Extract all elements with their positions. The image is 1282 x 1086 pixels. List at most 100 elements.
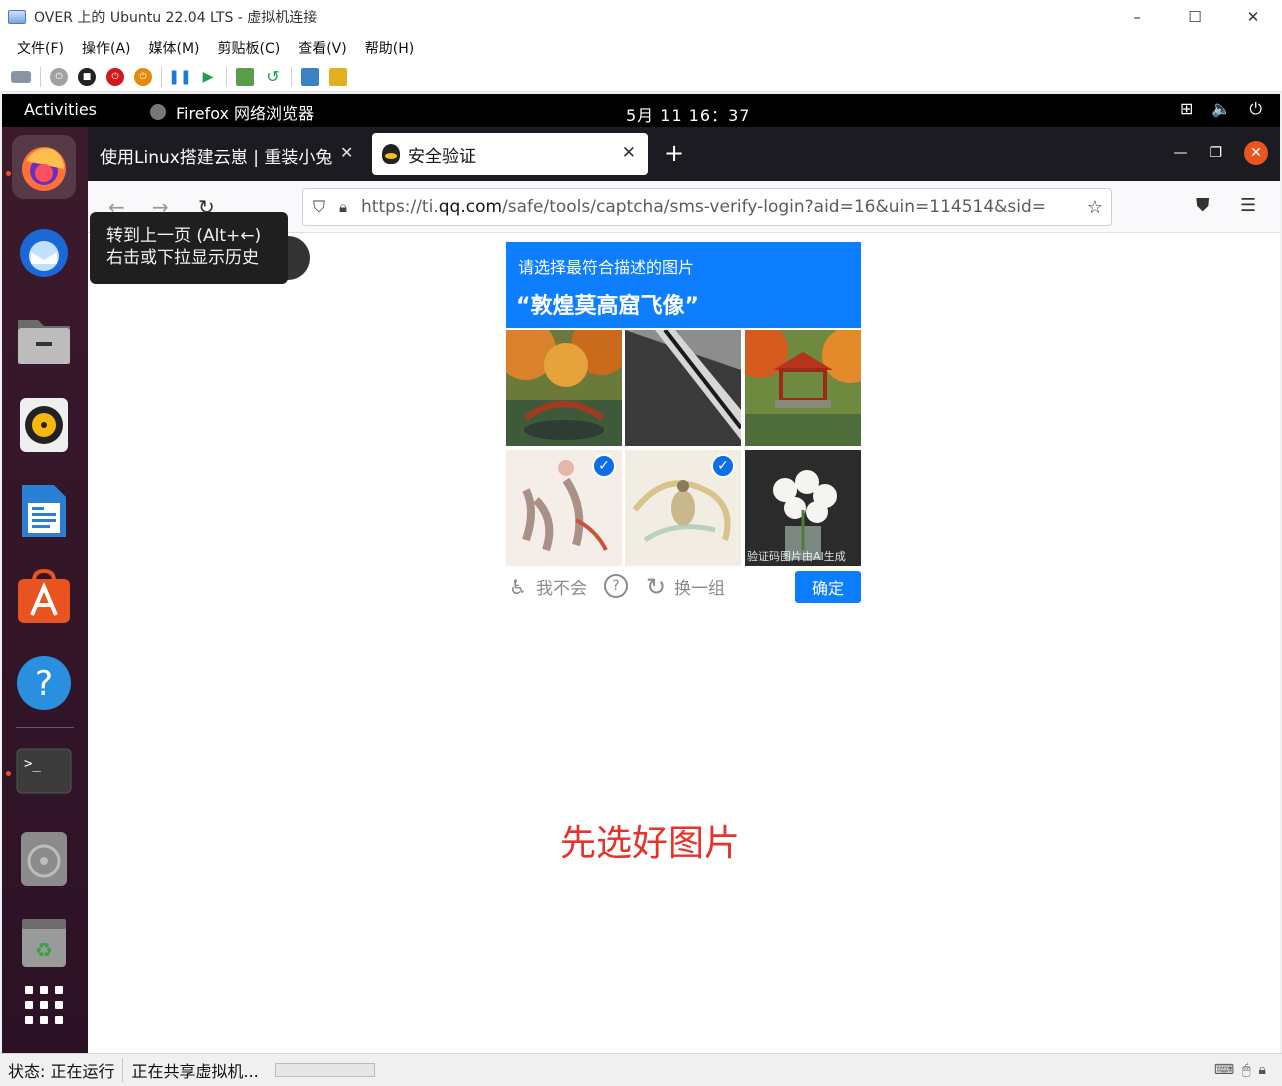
new-tab-button[interactable]: +	[664, 139, 684, 167]
refresh-captcha-button[interactable]: ↻ 换一组	[644, 573, 725, 601]
cant-do-button[interactable]: ♿︎ 我不会	[506, 574, 587, 600]
tracking-shield-icon[interactable]: ⛉	[313, 197, 325, 217]
confirm-button[interactable]: 确定	[795, 571, 861, 603]
dock-help[interactable]: ?	[12, 651, 76, 715]
browser-close-button[interactable]: ✕	[1244, 141, 1268, 165]
captcha-instruction: 请选择最符合描述的图片	[518, 258, 695, 277]
system-status-area[interactable]: ⊞ 🔈 ⏻	[1180, 99, 1262, 119]
garden-bridge-image	[506, 330, 622, 446]
maximize-button[interactable]: ☐	[1166, 0, 1224, 34]
menu-action[interactable]: 操作(A)	[82, 38, 131, 58]
dock-libreoffice-writer[interactable]	[12, 479, 76, 543]
cant-do-label: 我不会	[536, 579, 587, 599]
minimize-button[interactable]: –	[1108, 0, 1166, 34]
captcha-image-1[interactable]	[506, 330, 622, 446]
tab-linux-guide[interactable]: 使用Linux搭建云崽 | 重装小兔	[100, 137, 354, 173]
bookmark-star-icon[interactable]: ☆	[1087, 197, 1103, 218]
captcha-footer: ♿︎ 我不会 ? ↻ 换一组 确定	[506, 570, 861, 606]
menu-help[interactable]: 帮助(H)	[365, 38, 414, 58]
toolbar-separator	[40, 66, 41, 87]
dock-files[interactable]	[12, 307, 76, 371]
menu-clipboard[interactable]: 剪贴板(C)	[218, 38, 281, 58]
checkpoint-icon[interactable]	[236, 67, 254, 86]
activities-button[interactable]: Activities	[24, 100, 97, 119]
resume-icon[interactable]: ▶	[199, 68, 217, 86]
running-indicator	[6, 771, 11, 776]
share-icon[interactable]	[329, 67, 347, 86]
dock-app-center[interactable]	[12, 565, 76, 629]
pause-icon[interactable]: ❚❚	[168, 68, 191, 86]
captcha-target-description: “敦煌莫高窟飞像”	[516, 294, 699, 319]
qq-penguin-icon	[382, 144, 400, 164]
dock-thunderbird[interactable]	[12, 221, 76, 285]
ctrl-alt-del-icon[interactable]	[11, 70, 31, 83]
browser-restore-icon[interactable]: ❐	[1209, 145, 1222, 161]
tooltip-line-1: 转到上一页 (Alt+←)	[106, 226, 262, 246]
app-center-icon	[18, 569, 70, 623]
dock-disc-drive[interactable]	[12, 827, 76, 891]
dock-rhythmbox[interactable]	[12, 393, 76, 457]
vm-window-titlebar: OVER 上的 Ubuntu 22.04 LTS - 虚拟机连接 – ☐ ✕	[0, 0, 1282, 34]
files-icon	[18, 320, 70, 364]
captcha-header: 请选择最符合描述的图片 “敦煌莫高窟飞像”	[506, 242, 861, 328]
captcha-help-button[interactable]: ?	[604, 574, 634, 598]
power-icon: ⏻	[1249, 99, 1262, 118]
save-state-icon[interactable]: ⏻	[134, 67, 152, 86]
app-grid-icon	[25, 986, 63, 1024]
vm-state: 状态: 正在运行	[0, 1058, 124, 1082]
lock-status-icon: 🔒︎	[1258, 1062, 1266, 1078]
captcha-image-5[interactable]: ✓	[625, 450, 741, 566]
rhythmbox-icon	[20, 398, 68, 452]
refresh-label: 换一组	[674, 579, 725, 599]
svg-text:?: ?	[35, 664, 53, 704]
captcha-image-3[interactable]	[745, 330, 861, 446]
captcha-image-6[interactable]: 验证码图片由AI生成	[745, 450, 861, 566]
app-menu[interactable]: Firefox 网络浏览器	[150, 100, 314, 124]
ubuntu-top-bar: Activities Firefox 网络浏览器 5月 11 16：37 ⊞ 🔈…	[2, 94, 1280, 127]
mouse-icon: 🖱︎	[1242, 1062, 1251, 1078]
dock-trash[interactable]: ♻	[12, 911, 76, 975]
vm-connect-icon	[8, 10, 26, 24]
trash-icon: ♻	[22, 919, 66, 967]
menu-view[interactable]: 查看(V)	[298, 38, 347, 58]
pavilion-image	[745, 330, 861, 446]
toolbar-separator	[161, 66, 162, 87]
lock-icon[interactable]: 🔒︎	[339, 198, 347, 216]
url-prefix: https://ti.	[361, 197, 439, 217]
hamburger-menu-icon[interactable]: ☰	[1240, 195, 1256, 216]
tooltip-line-2: 右击或下拉显示历史	[106, 248, 259, 268]
tab-close-icon[interactable]: ✕	[340, 143, 353, 162]
ai-generated-watermark: 验证码图片由AI生成	[747, 550, 846, 563]
close-window-button[interactable]: ✕	[1224, 0, 1282, 34]
tab-title: 安全验证	[408, 146, 476, 167]
window-title: OVER 上的 Ubuntu 22.04 LTS - 虚拟机连接	[34, 10, 318, 26]
tab-security-verification[interactable]: 安全验证 ✕	[372, 133, 648, 175]
url-domain: qq.com	[438, 197, 503, 217]
menu-media[interactable]: 媒体(M)	[149, 38, 200, 58]
turn-off-icon[interactable]: ■	[78, 67, 96, 86]
captcha-image-2[interactable]	[625, 330, 741, 446]
url-path: /safe/tools/captcha/sms-verify-login?aid…	[502, 197, 1047, 217]
tab-close-icon[interactable]: ✕	[622, 143, 636, 163]
start-icon[interactable]: ⏻	[50, 67, 68, 86]
revert-icon[interactable]: ↺	[264, 67, 282, 86]
shutdown-icon[interactable]: ⏻	[106, 67, 124, 86]
clock[interactable]: 5月 11 16：37	[626, 102, 750, 126]
dock-terminal[interactable]: >_	[12, 739, 76, 803]
running-indicator	[6, 171, 11, 176]
enhanced-session-icon[interactable]	[301, 67, 319, 86]
url-text[interactable]: https://ti.qq.com/safe/tools/captcha/sms…	[361, 197, 1051, 217]
dock-firefox[interactable]	[12, 135, 76, 199]
writer-icon	[22, 485, 66, 537]
back-button-tooltip: 转到上一页 (Alt+←) 右击或下拉显示历史	[90, 212, 288, 284]
sharing-progress-bar	[274, 1063, 375, 1077]
help-icon: ?	[17, 656, 71, 710]
url-bar[interactable]: ⛉ 🔒︎ https://ti.qq.com/safe/tools/captch…	[302, 188, 1112, 226]
volume-icon: 🔈	[1211, 99, 1232, 118]
pocket-icon[interactable]: ⛊	[1196, 195, 1210, 216]
captcha-image-4[interactable]: ✓	[506, 450, 622, 566]
menu-file[interactable]: 文件(F)	[17, 38, 64, 58]
browser-minimize-icon[interactable]: —	[1173, 145, 1187, 161]
terminal-icon: >_	[16, 748, 72, 794]
show-applications-button[interactable]	[12, 973, 76, 1037]
